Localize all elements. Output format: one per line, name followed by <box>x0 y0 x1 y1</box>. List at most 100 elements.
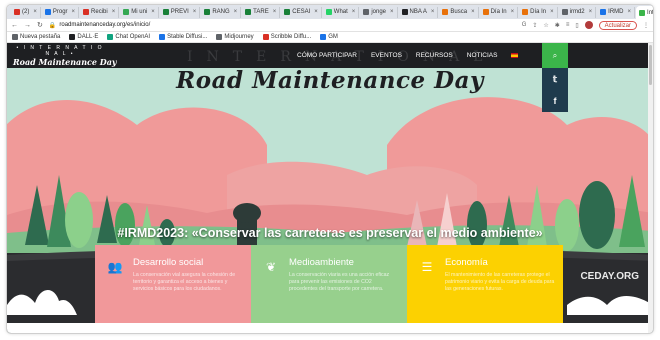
tab-favicon-icon <box>363 9 370 15</box>
bookmark-item[interactable]: Chat OpenAI <box>107 34 150 40</box>
browser-tab[interactable]: CESAI × <box>281 6 322 18</box>
profile-menu-icon[interactable]: ≡ <box>566 22 570 28</box>
avatar[interactable] <box>584 21 593 29</box>
browser-tab[interactable]: jonge × <box>360 6 398 18</box>
web-page: • I N T E R N A T I O N A L • Road Maint… <box>7 43 653 333</box>
browser-tab[interactable]: What × <box>323 6 360 18</box>
nav-item-recursos[interactable]: RECURSOS <box>416 52 453 59</box>
bookmark-item[interactable]: Midjourney <box>216 34 254 40</box>
tab-label: Día In <box>530 9 547 15</box>
google-lens-icon[interactable]: G <box>522 22 527 28</box>
bookmark-item[interactable]: GM <box>320 34 338 40</box>
close-tab-icon[interactable]: × <box>589 9 593 15</box>
bookmark-star-icon[interactable]: ☆ <box>543 22 548 29</box>
tab-favicon-icon <box>44 9 51 15</box>
close-tab-icon[interactable]: × <box>234 9 238 15</box>
share-icon[interactable]: ⇪ <box>532 22 537 29</box>
browser-tab[interactable]: PREVI × <box>160 6 201 18</box>
site-header: • I N T E R N A T I O N A L • Road Maint… <box>7 43 653 68</box>
tab-favicon-icon <box>442 9 449 15</box>
address-bar: ← → ↻ 🔒 roadmaintenanceday.org/es/inicio… <box>7 19 653 32</box>
nav-item-noticias[interactable]: NOTICIAS <box>467 52 498 59</box>
close-tab-icon[interactable]: × <box>431 9 435 15</box>
bookmark-item[interactable]: DALL·E <box>69 34 98 40</box>
close-tab-icon[interactable]: × <box>511 9 515 15</box>
leaf-icon: ❦ <box>265 260 277 274</box>
bookmark-favicon-icon <box>159 34 166 40</box>
close-tab-icon[interactable]: × <box>273 9 277 15</box>
tab-label: (2) <box>22 9 30 15</box>
close-tab-icon[interactable]: × <box>72 9 76 15</box>
browser-tab[interactable]: Día In × <box>480 6 519 18</box>
tab-favicon-icon <box>600 9 607 15</box>
browser-tab[interactable]: irmd2 × <box>559 6 597 18</box>
tab-favicon-icon <box>482 9 489 15</box>
browser-tab[interactable]: RANG × <box>201 6 242 18</box>
bookmark-label: GM <box>328 34 338 40</box>
browser-tab[interactable]: IRMD × <box>597 6 636 18</box>
bookmark-item[interactable]: Nueva pestaña <box>12 34 60 40</box>
card-title: Desarrollo social <box>133 257 204 268</box>
reload-icon[interactable]: ↻ <box>37 21 43 29</box>
lock-icon: 🔒 <box>48 22 57 29</box>
nav-item-eventos[interactable]: EVENTOS <box>371 52 402 59</box>
bookmark-item[interactable]: Scribble Diffu... <box>262 34 312 40</box>
close-tab-icon[interactable]: × <box>151 9 155 15</box>
card-title: Economía <box>445 257 488 268</box>
bookmark-favicon-icon <box>320 34 327 40</box>
card-medioambiente[interactable]: ❦ Medioambiente La conservación viaria e… <box>251 245 407 323</box>
language-flag-icon[interactable] <box>511 53 519 58</box>
tab-favicon-icon <box>204 9 211 15</box>
close-tab-icon[interactable]: × <box>471 9 475 15</box>
extensions-icon[interactable]: ✱ <box>555 22 560 29</box>
browser-tab[interactable]: NBA A × <box>399 6 439 18</box>
search-icon[interactable]: ⌕ <box>542 43 568 68</box>
browser-tab[interactable]: TARE × <box>242 6 281 18</box>
tab-label: Progr <box>52 9 68 15</box>
tab-favicon-icon <box>14 9 20 15</box>
tab-label: Busca <box>450 9 468 15</box>
browser-tab[interactable]: Progr × <box>42 6 80 18</box>
bookmark-label: Stable Diffusi... <box>167 34 208 40</box>
tab-label: What <box>333 9 348 15</box>
browser-tab[interactable]: Mi uni × <box>120 6 159 18</box>
site-logo[interactable]: • I N T E R N A T I O N A L • Road Maint… <box>7 45 117 67</box>
card-desarrollo-social[interactable]: 👥 Desarrollo social La conservación vial… <box>95 245 251 323</box>
browser-tab[interactable]: Inte× <box>636 6 653 19</box>
update-button[interactable]: Actualizar <box>598 20 637 30</box>
close-tab-icon[interactable]: × <box>550 9 554 15</box>
nav-item-como-participar[interactable]: CÓMO PARTICIPAR <box>297 52 357 59</box>
close-tab-icon[interactable]: × <box>390 9 394 15</box>
card-title: Medioambiente <box>289 257 354 268</box>
url-field[interactable]: 🔒 roadmaintenanceday.org/es/inicio/ <box>49 22 150 29</box>
browser-tab[interactable]: Recibi × <box>80 6 120 18</box>
close-tab-icon[interactable]: × <box>193 9 197 15</box>
scrollbar-thumb[interactable] <box>649 45 652 85</box>
close-tab-icon[interactable]: × <box>352 9 356 15</box>
browser-window: (2) × Progr × Recibi × Mi uni × PREVI × RANG × TARE ×… <box>6 4 654 334</box>
close-tab-icon[interactable]: × <box>33 9 37 15</box>
tab-favicon-icon <box>401 9 408 15</box>
tab-label: IRMD <box>608 9 624 15</box>
tab-favicon-icon <box>325 9 332 15</box>
tab-label: Día In <box>490 9 507 15</box>
forward-icon[interactable]: → <box>24 22 31 29</box>
close-tab-icon[interactable]: × <box>314 9 318 15</box>
back-icon[interactable]: ← <box>11 22 18 29</box>
bookmark-item[interactable]: Stable Diffusi... <box>159 34 207 40</box>
menu-kebab-icon[interactable]: ⋮ <box>643 22 649 29</box>
tab-label: PREVI <box>170 9 189 15</box>
bookmark-label: Scribble Diffu... <box>270 34 312 40</box>
browser-tab[interactable]: Día In × <box>519 6 558 18</box>
tab-label: NBA A <box>409 9 427 15</box>
sidebar-icon[interactable]: ▯ <box>575 22 578 29</box>
browser-tab[interactable]: (2) × <box>11 6 41 18</box>
page-scrollbar[interactable] <box>648 43 653 333</box>
browser-tab[interactable]: Busca × <box>439 6 479 18</box>
card-text: El mantenimiento de las carreteras prote… <box>445 272 555 292</box>
bookmark-label: Midjourney <box>224 34 254 40</box>
tab-favicon-icon <box>123 9 130 15</box>
card-economia[interactable]: ☰ Economía El mantenimiento de las carre… <box>407 245 563 323</box>
close-tab-icon[interactable]: × <box>628 9 632 15</box>
close-tab-icon[interactable]: × <box>112 9 116 15</box>
